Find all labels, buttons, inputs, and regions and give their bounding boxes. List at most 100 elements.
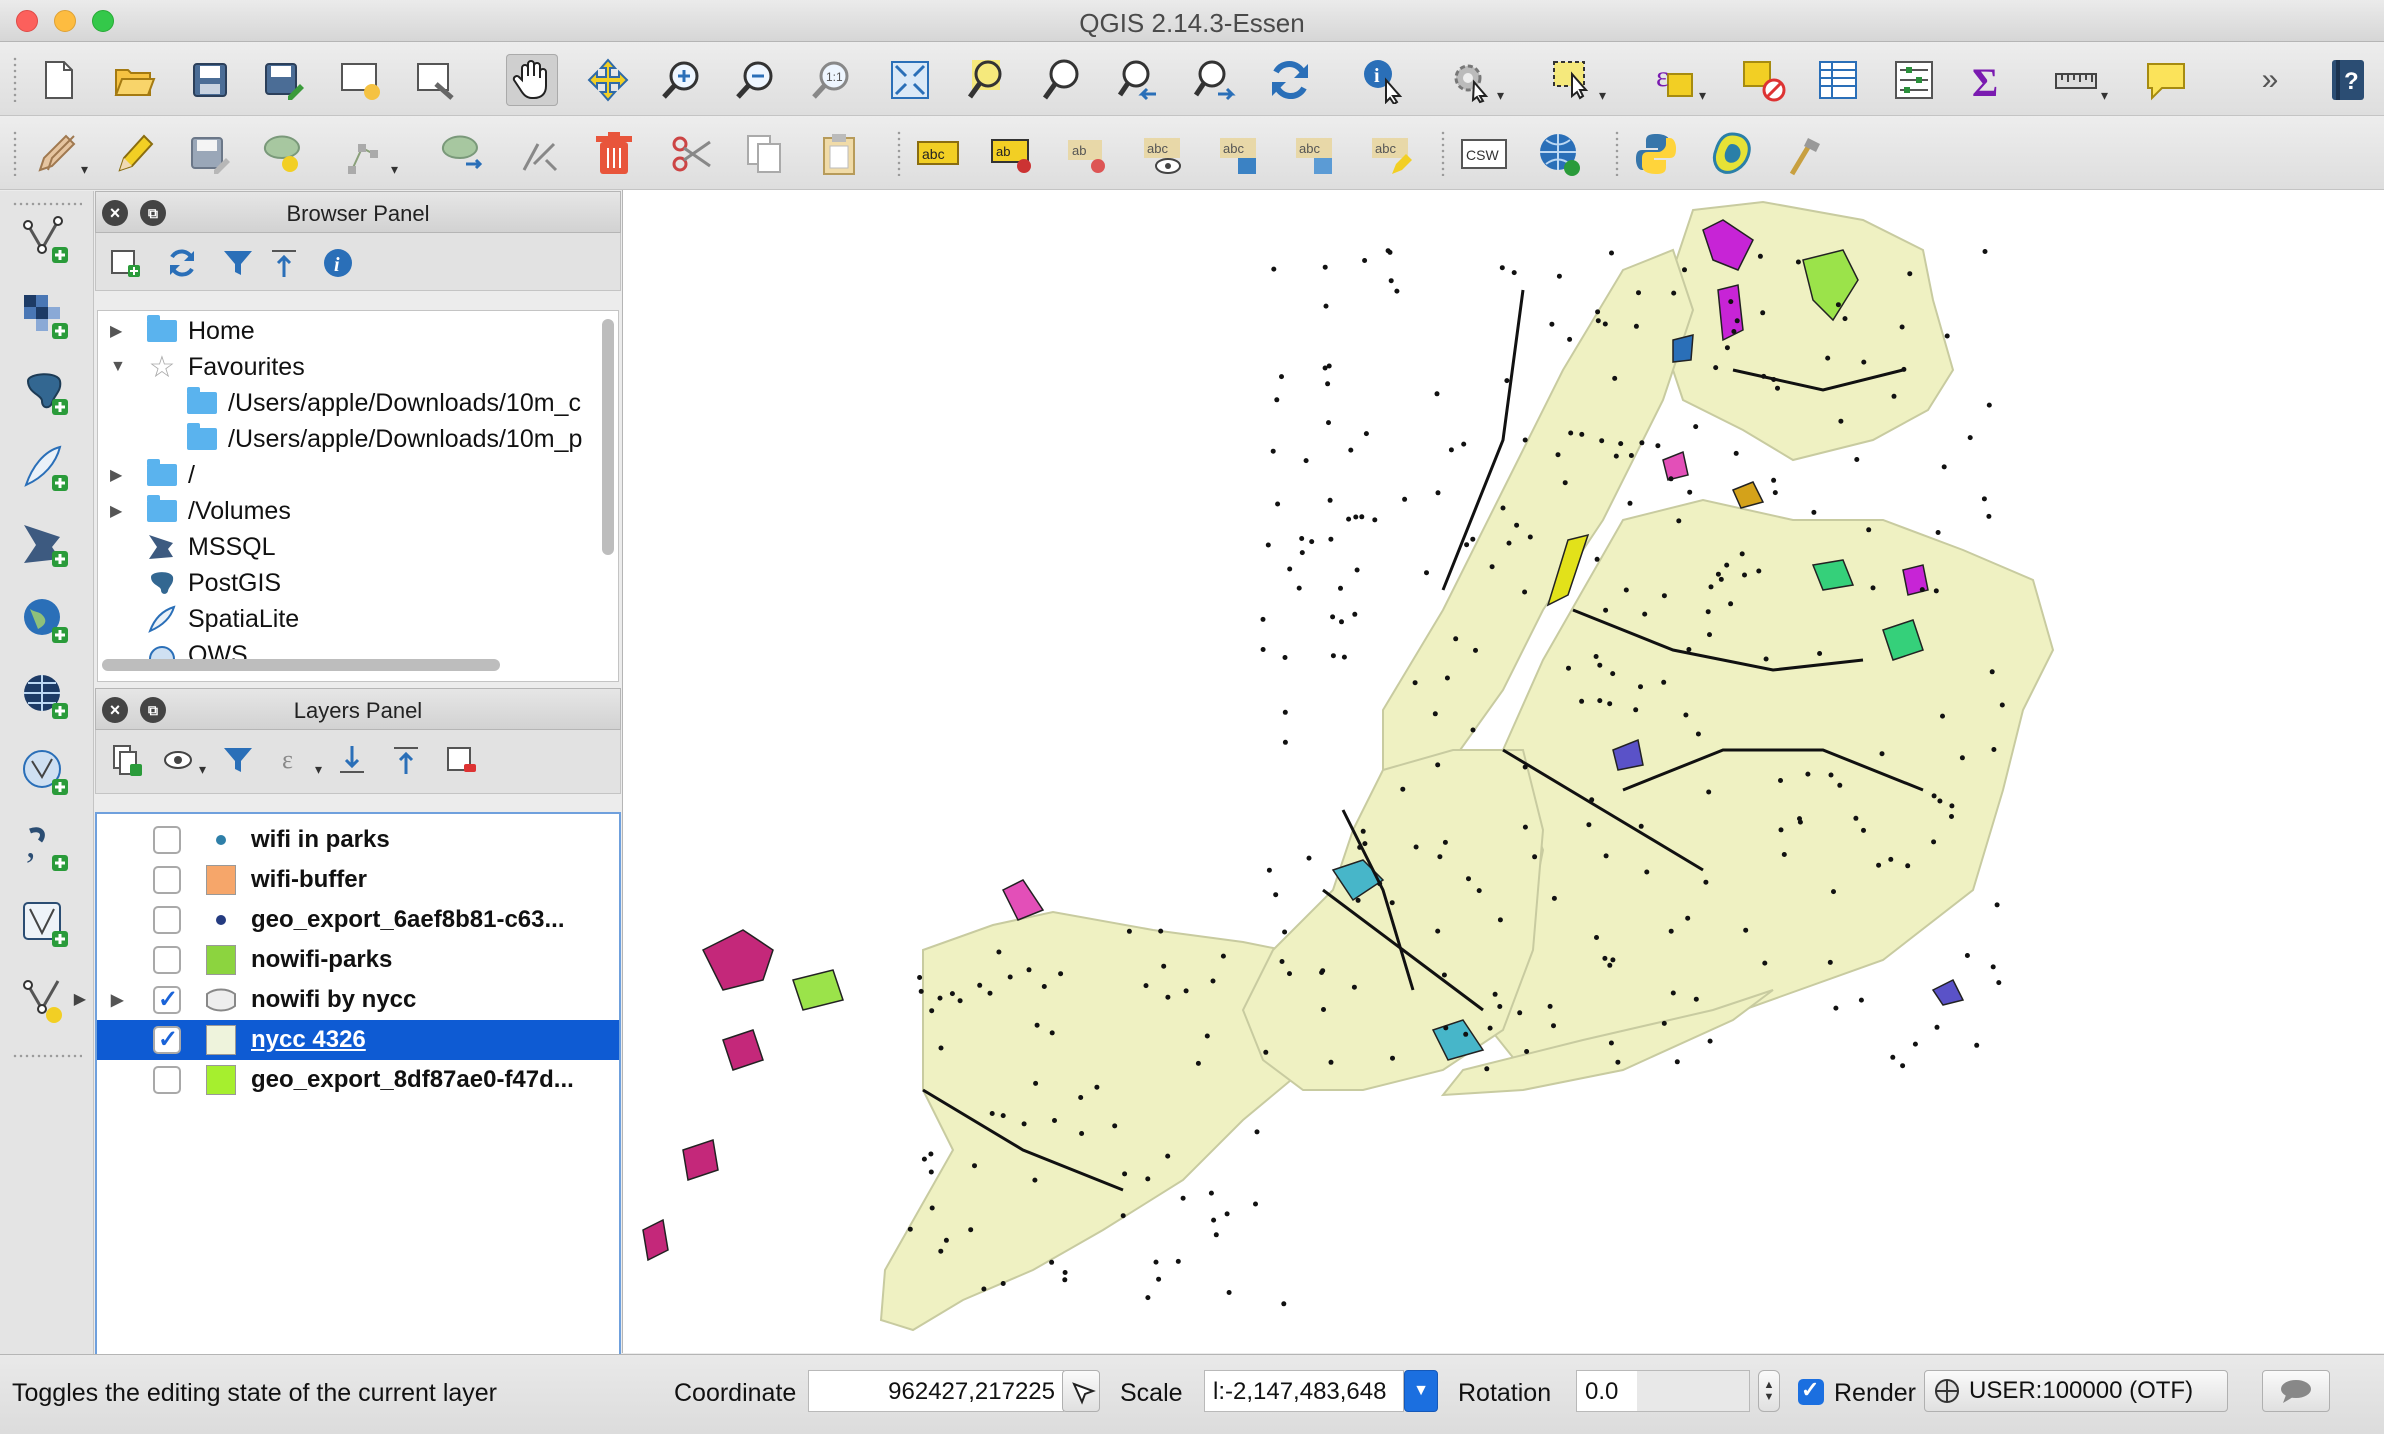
scale-dropdown-button[interactable]: ▼	[1404, 1370, 1438, 1412]
measure-icon[interactable]: ▾	[2050, 54, 2108, 106]
toggle-editing-icon[interactable]	[108, 128, 160, 180]
identify-icon[interactable]: i	[1358, 54, 1410, 106]
map-canvas[interactable]	[622, 190, 2384, 1353]
browser-item[interactable]: /Users/apple/Downloads/10m_c	[98, 385, 618, 421]
toolbar-grip[interactable]	[12, 130, 18, 176]
add-feature-icon[interactable]	[258, 128, 310, 180]
browser-item[interactable]: ▶ /Volumes	[98, 493, 618, 529]
delete-part-icon[interactable]	[514, 128, 566, 180]
layer-visibility-checkbox[interactable]	[153, 1066, 181, 1094]
highlight-labels-icon[interactable]: ab	[1062, 128, 1114, 180]
toolbar-grip[interactable]	[12, 1053, 82, 1059]
expanded-arrow-icon[interactable]: ▼	[110, 358, 126, 376]
pan-to-selection-icon[interactable]	[582, 54, 634, 106]
save-project-icon[interactable]	[184, 54, 236, 106]
add-selected-icon[interactable]	[106, 243, 146, 283]
gps-tools-icon[interactable]	[1780, 128, 1832, 180]
new-print-composer-icon[interactable]	[334, 54, 386, 106]
toggle-extents-button[interactable]	[1062, 1370, 1100, 1412]
zoom-full-icon[interactable]	[884, 54, 936, 106]
zoom-next-icon[interactable]	[1188, 54, 1240, 106]
add-delimited-text-layer-icon[interactable]: ,	[16, 819, 76, 879]
browser-item[interactable]: PostGIS	[98, 565, 618, 601]
action-icon[interactable]: ▾	[1446, 54, 1504, 106]
add-virtual-layer-icon[interactable]	[16, 895, 76, 955]
browser-item[interactable]: SpatiaLite	[98, 601, 618, 637]
layer-row[interactable]: geo_export_6aef8b81-c63...	[97, 900, 619, 940]
save-as-icon[interactable]	[258, 54, 310, 106]
save-edits-icon[interactable]	[184, 128, 236, 180]
zoom-to-layer-icon[interactable]	[1036, 54, 1088, 106]
select-icon[interactable]: ▾	[1548, 54, 1606, 106]
annotation-icon[interactable]	[2140, 54, 2192, 106]
add-raster-layer-icon[interactable]	[16, 287, 76, 347]
rotation-stepper[interactable]: ▲ ▼	[1758, 1370, 1780, 1412]
browser-tree[interactable]: ▶ Home ▼ ☆ Favourites/Users/apple/Downloads/…	[97, 310, 619, 682]
show-hide-labels-icon[interactable]: abc	[1138, 128, 1190, 180]
new-project-icon[interactable]	[32, 54, 84, 106]
manage-visibility-icon[interactable]: ▾	[160, 740, 206, 780]
layer-row[interactable]: ▶ nowifi by nycc	[97, 980, 619, 1020]
collapse-all-icon[interactable]	[264, 243, 304, 283]
layer-row[interactable]: nowifi-parks	[97, 940, 619, 980]
collapsed-arrow-icon[interactable]: ▶	[110, 321, 122, 341]
move-feature-icon[interactable]	[436, 128, 488, 180]
expand-all-icon[interactable]	[332, 740, 372, 780]
browser-horizontal-scrollbar[interactable]	[102, 659, 500, 671]
layers-list[interactable]: wifi in parks wifi-buffer geo_export_6aef8…	[95, 812, 621, 1356]
map-view[interactable]	[623, 190, 2384, 1353]
delete-selected-icon[interactable]	[588, 128, 640, 180]
crs-button[interactable]: USER:100000 (OTF)	[1924, 1370, 2228, 1412]
zoom-native-icon[interactable]: 1:1	[806, 54, 858, 106]
layer-row[interactable]: nycc 4326	[97, 1020, 619, 1060]
open-project-icon[interactable]	[108, 54, 160, 106]
openlayers-icon[interactable]	[1534, 128, 1586, 180]
georeferencer-icon[interactable]	[1706, 128, 1758, 180]
copy-features-icon[interactable]	[738, 128, 790, 180]
layer-visibility-checkbox[interactable]	[153, 985, 181, 1014]
help-icon[interactable]: ?	[2322, 54, 2374, 106]
filter-expression-icon[interactable]: ε ▾	[276, 740, 322, 780]
browser-item[interactable]: ▼ ☆ Favourites	[98, 349, 618, 385]
label-tool-icon[interactable]: abc	[912, 128, 964, 180]
filter-icon[interactable]	[218, 243, 258, 283]
change-label-icon[interactable]: abc	[1366, 128, 1418, 180]
python-console-icon[interactable]	[1630, 128, 1682, 180]
node-tool-icon[interactable]: ▾	[340, 128, 398, 180]
coordinate-field[interactable]: 962427,217225	[808, 1370, 1064, 1412]
csw-icon[interactable]: CSW	[1458, 128, 1510, 180]
layer-row[interactable]: wifi in parks	[97, 820, 619, 860]
collapse-all-icon[interactable]	[386, 740, 426, 780]
browser-vertical-scrollbar[interactable]	[602, 319, 614, 555]
add-mssql-layer-icon[interactable]	[16, 515, 76, 575]
expression-select-icon[interactable]: ε ▾	[1648, 54, 1706, 106]
rotation-field[interactable]: 0.0	[1576, 1370, 1750, 1412]
composer-manager-icon[interactable]	[410, 54, 462, 106]
layer-visibility-checkbox[interactable]	[153, 826, 181, 854]
properties-icon[interactable]: i	[318, 243, 358, 283]
toolbar-grip[interactable]	[12, 201, 82, 207]
add-wms-layer-icon[interactable]	[16, 591, 76, 651]
layer-row[interactable]: geo_export_8df87ae0-f47d...	[97, 1060, 619, 1100]
pin-labels-icon[interactable]: ab	[986, 128, 1038, 180]
attribute-table-icon[interactable]	[1812, 54, 1864, 106]
refresh-icon[interactable]	[1264, 54, 1316, 106]
add-postgis-layer-icon[interactable]	[16, 363, 76, 423]
layer-row[interactable]: wifi-buffer	[97, 860, 619, 900]
sum-icon[interactable]: Σ	[1962, 54, 2014, 106]
messages-button[interactable]	[2262, 1370, 2330, 1412]
collapsed-arrow-icon[interactable]: ▶	[110, 465, 122, 485]
toolbar-grip[interactable]	[12, 56, 18, 102]
paste-features-icon[interactable]	[814, 128, 866, 180]
cut-features-icon[interactable]	[666, 128, 718, 180]
add-vector-layer-icon[interactable]	[16, 211, 76, 271]
filter-legend-icon[interactable]	[218, 740, 258, 780]
scale-field[interactable]: l:-2,147,483,648	[1204, 1370, 1404, 1412]
zoom-in-icon[interactable]	[656, 54, 708, 106]
browser-item[interactable]: ▶ /	[98, 457, 618, 493]
collapsed-arrow-icon[interactable]: ▶	[110, 501, 122, 521]
toolbar-grip[interactable]	[1614, 130, 1620, 176]
toolbar-grip[interactable]	[896, 130, 902, 176]
statistics-icon[interactable]	[1888, 54, 1940, 106]
render-checkbox[interactable]: ✓	[1798, 1377, 1824, 1405]
